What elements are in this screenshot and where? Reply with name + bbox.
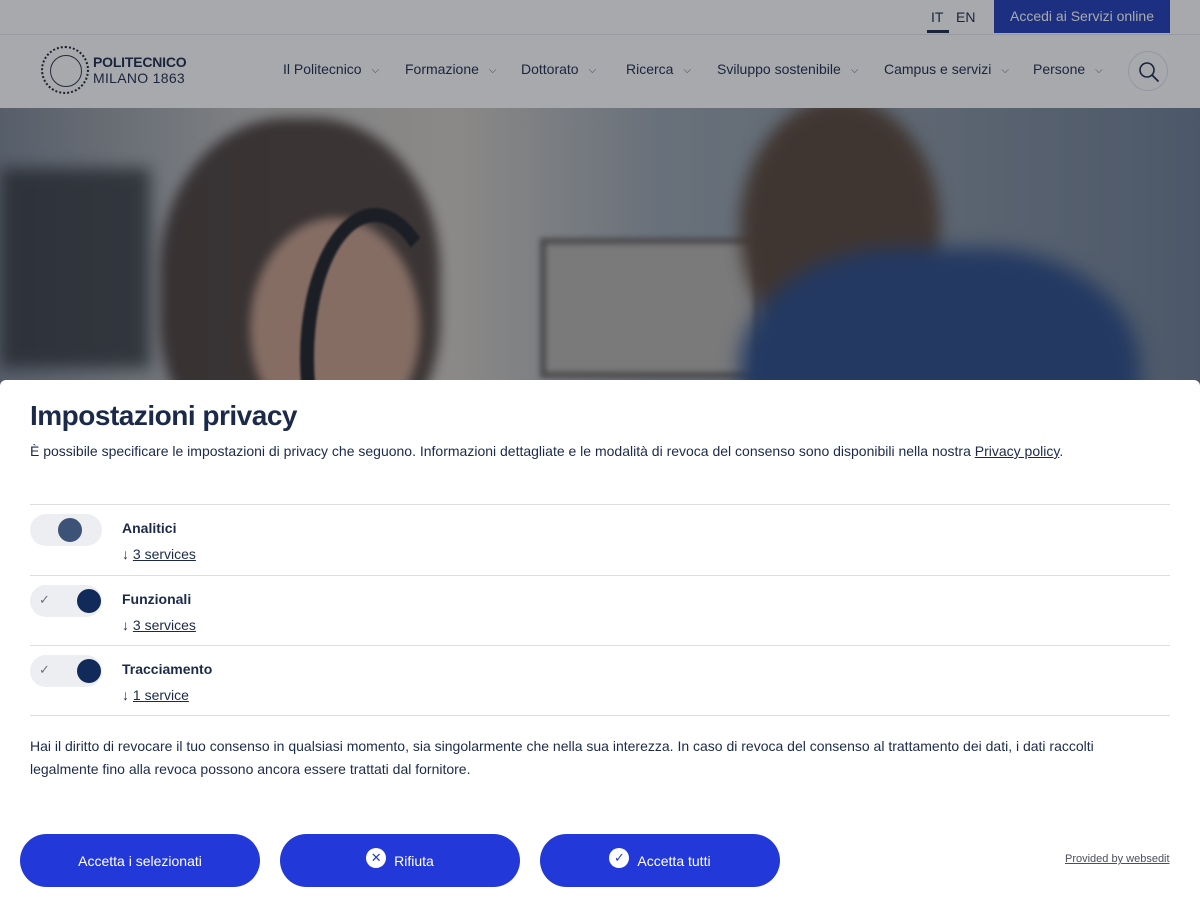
category-label-analitici: Analitici bbox=[122, 520, 177, 536]
toggle-knob bbox=[77, 659, 101, 683]
check-icon: ✓ bbox=[39, 592, 50, 607]
reject-button[interactable]: ✕ Rifiuta bbox=[280, 834, 520, 887]
provided-by-link[interactable]: Provided by websedit bbox=[1065, 853, 1170, 865]
divider bbox=[30, 715, 1170, 716]
divider bbox=[30, 575, 1170, 576]
consent-action-bar: Accetta i selezionati ✕ Rifiuta ✓ Accett… bbox=[0, 800, 1200, 900]
services-link-tracciamento[interactable]: ↓ 1 service bbox=[122, 687, 189, 703]
toggle-knob bbox=[58, 518, 82, 542]
modal-title: Impostazioni privacy bbox=[30, 400, 297, 431]
privacy-settings-modal: Impostazioni privacy È possibile specifi… bbox=[0, 380, 1200, 800]
revocation-note: Hai il diritto di revocare il tuo consen… bbox=[30, 738, 1094, 777]
divider bbox=[30, 504, 1170, 505]
services-link-funzionali[interactable]: ↓ 3 services bbox=[122, 617, 196, 633]
accept-all-button[interactable]: ✓ Accetta tutti bbox=[540, 834, 780, 887]
services-link-analitici[interactable]: ↓ 3 services bbox=[122, 546, 196, 562]
toggle-knob bbox=[77, 589, 101, 613]
check-icon: ✓ bbox=[39, 662, 50, 677]
privacy-policy-link[interactable]: Privacy policy bbox=[975, 443, 1060, 459]
accept-selected-button[interactable]: Accetta i selezionati bbox=[20, 834, 260, 887]
toggle-analitici[interactable] bbox=[30, 514, 102, 546]
accept-all-label: Accetta tutti bbox=[637, 852, 711, 869]
check-circle-icon: ✓ bbox=[609, 847, 630, 868]
arrow-down-icon: ↓ bbox=[122, 617, 129, 633]
arrow-down-icon: ↓ bbox=[122, 687, 129, 703]
divider bbox=[30, 645, 1170, 646]
arrow-down-icon: ↓ bbox=[122, 546, 129, 562]
category-label-tracciamento: Tracciamento bbox=[122, 661, 213, 677]
category-label-funzionali: Funzionali bbox=[122, 591, 192, 607]
modal-description: È possibile specificare le impostazioni … bbox=[30, 443, 1064, 459]
reject-label: Rifiuta bbox=[394, 852, 434, 869]
close-circle-icon: ✕ bbox=[366, 847, 387, 868]
toggle-funzionali[interactable]: ✓ bbox=[30, 585, 102, 617]
accept-selected-label: Accetta i selezionati bbox=[78, 852, 202, 869]
toggle-tracciamento[interactable]: ✓ bbox=[30, 655, 102, 687]
